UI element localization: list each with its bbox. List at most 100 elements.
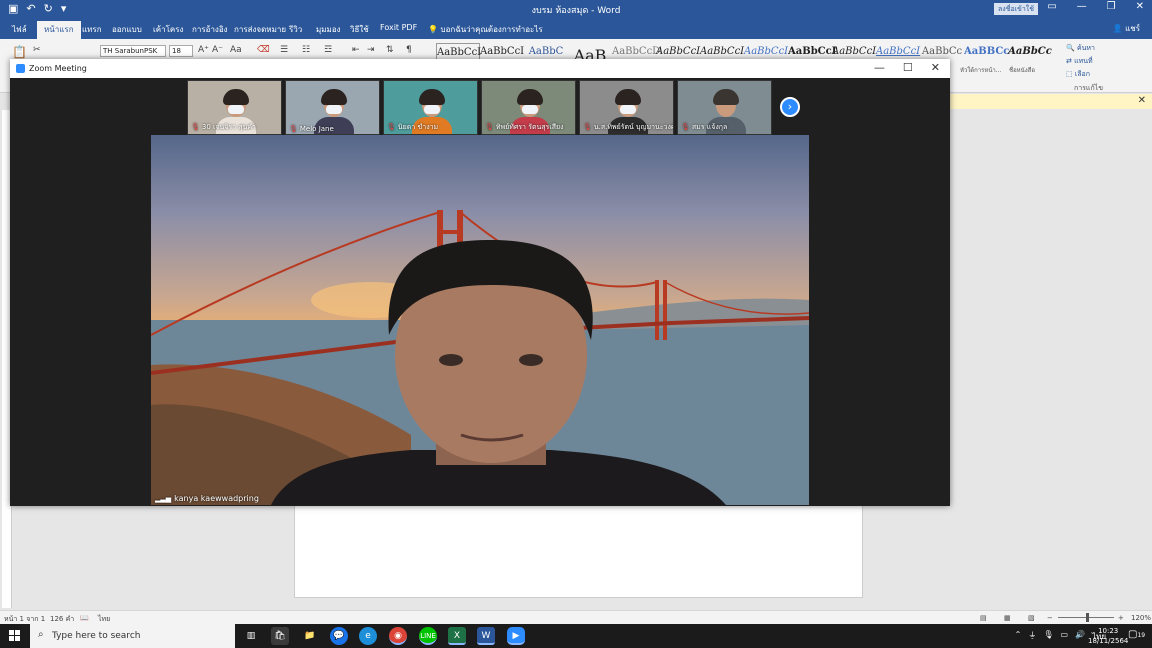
clear-format-icon[interactable]: ⌫ — [257, 45, 270, 55]
find-label: ค้นหา — [1076, 44, 1095, 52]
network-icon[interactable]: ⏚ — [1028, 630, 1036, 643]
close-icon[interactable]: ✕ — [1136, 1, 1144, 12]
zoom-slider-thumb[interactable] — [1086, 613, 1089, 622]
tab-help[interactable]: วิธีใช้ — [350, 23, 369, 36]
action-center-button[interactable]: ▢19 — [1128, 629, 1145, 640]
proofing-icon[interactable]: 📖 — [80, 614, 89, 622]
task-view-icon[interactable]: ▥ — [242, 627, 260, 645]
bullets-icon[interactable]: ☰ — [280, 45, 288, 55]
line-icon[interactable]: LINE — [419, 627, 437, 645]
participant-name-label: 🎙 นิยดา ขำงาม — [387, 122, 438, 133]
notification-count: 19 — [1137, 632, 1146, 639]
participant-name: Melo Jane — [299, 125, 334, 133]
sign-in-button[interactable]: ลงชื่อเข้าใช้ — [994, 3, 1038, 15]
file-explorer-icon[interactable]: 📁 — [301, 627, 319, 645]
paste-icon[interactable]: 📋 — [12, 45, 27, 59]
zoom-out-icon[interactable]: − — [1047, 614, 1053, 622]
excel-icon[interactable]: X — [448, 627, 466, 645]
find-button[interactable]: 🔍 ค้นหา — [1066, 43, 1095, 54]
shrink-font-icon[interactable]: A⁻ — [212, 45, 223, 55]
chrome-icon[interactable]: ◉ — [389, 627, 407, 645]
tab-file[interactable]: ไฟล์ — [12, 23, 27, 36]
zoom-app-icon[interactable]: ▶ — [507, 627, 525, 645]
store-icon[interactable]: 🛍 — [271, 627, 289, 645]
taskbar-search-box[interactable]: ⌕ Type here to search — [30, 624, 235, 648]
minimize-icon[interactable]: — — [1077, 1, 1087, 12]
muted-mic-icon: 🎙 — [387, 123, 396, 131]
document-title: งบรม ห้องสมุด - Word — [531, 6, 621, 16]
tab-foxit-pdf[interactable]: Foxit PDF — [380, 23, 417, 32]
active-speaker-video[interactable]: ▂▃▅ kanya kaewwadpring — [151, 135, 809, 505]
select-button[interactable]: ⬚ เลือก — [1066, 69, 1090, 80]
active-speaker-label: kanya kaewwadpring — [174, 494, 259, 503]
participant-thumbnail[interactable]: 🎙 น.ส.ทิพย์รัตน์ บุญมานะวงศ์ — [579, 80, 674, 135]
edge-icon[interactable]: e — [359, 627, 377, 645]
tab-insert[interactable]: แทรก — [82, 23, 102, 36]
maximize-icon[interactable]: ☐ — [903, 61, 913, 74]
share-button[interactable]: 👤 แชร์ — [1113, 22, 1140, 35]
close-icon[interactable]: ✕ — [931, 61, 940, 74]
signal-bars-icon: ▂▃▅ — [155, 495, 172, 503]
numbering-icon[interactable]: ☷ — [302, 45, 310, 55]
muted-mic-icon: 🎙 — [191, 123, 200, 131]
web-layout-icon[interactable]: ▧ — [1028, 614, 1035, 622]
next-page-button[interactable]: › — [780, 97, 800, 117]
tab-mailings[interactable]: การส่งจดหมาย — [234, 23, 286, 36]
chevron-right-icon: › — [787, 100, 793, 113]
sort-icon[interactable]: ⇅ — [386, 45, 394, 55]
cut-icon[interactable]: ✂ — [33, 45, 41, 55]
read-mode-icon[interactable]: ▤ — [980, 614, 987, 622]
tab-view[interactable]: มุมมอง — [316, 23, 341, 36]
participant-name-label: 🎙 สมร แจ้งกุล — [681, 122, 727, 133]
word-title-bar: ▣ ↶ ↻ ▾ งบรม ห้องสมุด - Word ลงชื่อเข้าใ… — [0, 0, 1152, 18]
participant-hair — [419, 89, 445, 105]
chat-app-icon[interactable]: 💬 — [330, 627, 348, 645]
tell-me-search[interactable]: 💡 บอกฉันว่าคุณต้องการทำอะไร — [428, 23, 543, 36]
participant-name-label: 🎙 น.ส.ทิพย์รัตน์ บุญมานะวงศ์ — [583, 122, 673, 133]
microphone-icon[interactable]: 🎙 — [1043, 630, 1053, 643]
tab-references[interactable]: การอ้างอิง — [192, 23, 228, 36]
search-icon: 🔍 — [1066, 44, 1077, 52]
decrease-indent-icon[interactable]: ⇤ — [352, 45, 360, 55]
participant-thumbnail[interactable]: 🎙 Melo Jane — [285, 80, 380, 135]
tab-design[interactable]: ออกแบบ — [112, 23, 142, 36]
show-marks-icon[interactable]: ¶ — [406, 45, 412, 55]
style-sub-label-1: หัวใต้การหน้า... — [960, 67, 1002, 74]
multilevel-list-icon[interactable]: ☲ — [324, 45, 332, 55]
participant-mask — [522, 105, 538, 114]
volume-icon[interactable]: 🔊 — [1075, 630, 1085, 643]
active-speaker-name: ▂▃▅ kanya kaewwadpring — [155, 494, 259, 503]
tell-me-text: บอกฉันว่าคุณต้องการทำอะไร — [440, 25, 543, 34]
replace-button[interactable]: ⇄ แทนที่ — [1066, 56, 1093, 67]
restore-icon[interactable]: ❐ — [1107, 1, 1116, 12]
font-size-select[interactable]: 18 — [169, 45, 193, 57]
ribbon-display-icon[interactable]: ▭ — [1047, 1, 1056, 12]
print-layout-icon[interactable]: ▦ — [1004, 614, 1011, 622]
chevron-up-icon[interactable]: ⌃ — [1015, 630, 1022, 643]
zoom-in-icon[interactable]: + — [1118, 614, 1124, 622]
change-case-icon[interactable]: Aa — [230, 45, 242, 55]
participant-name: นิยดา ขำงาม — [397, 123, 439, 131]
participant-name-label: 🎙 Melo Jane — [289, 125, 334, 133]
participant-thumbnail[interactable]: 🎙 ทิพย์ทัศรา รัตนสุรเสียง — [481, 80, 576, 135]
close-icon[interactable]: ✕ — [1138, 95, 1146, 106]
font-name-select[interactable]: TH SarabunPSK — [100, 45, 166, 57]
display-icon[interactable]: ▭ — [1060, 630, 1068, 643]
participant-thumbnail[interactable]: 🎙 30 เจนจิรา สุนคำ — [187, 80, 282, 135]
taskbar-clock[interactable]: 10:23 18/11/2564 — [1088, 626, 1128, 646]
windows-taskbar: ⌕ Type here to search ▥ 🛍 📁 💬 e ◉ LINE X… — [0, 624, 1152, 648]
tab-home[interactable]: หน้าแรก — [37, 21, 81, 39]
participant-name-label: 🎙 ทิพย์ทัศรา รัตนสุรเสียง — [485, 122, 564, 133]
windows-start-icon[interactable] — [9, 630, 21, 642]
increase-indent-icon[interactable]: ⇥ — [367, 45, 375, 55]
document-page[interactable] — [294, 500, 863, 598]
tab-layout[interactable]: เค้าโครง — [153, 23, 183, 36]
word-icon[interactable]: W — [477, 627, 495, 645]
participant-thumbnail[interactable]: 🎙 นิยดา ขำงาม — [383, 80, 478, 135]
grow-font-icon[interactable]: A⁺ — [198, 45, 209, 55]
minimize-icon[interactable]: — — [874, 61, 885, 74]
tab-review[interactable]: รีวิว — [289, 23, 302, 36]
zoom-level[interactable]: 120% — [1131, 614, 1151, 622]
participant-mask — [228, 105, 244, 114]
participant-thumbnail[interactable]: 🎙 สมร แจ้งกุล — [677, 80, 772, 135]
